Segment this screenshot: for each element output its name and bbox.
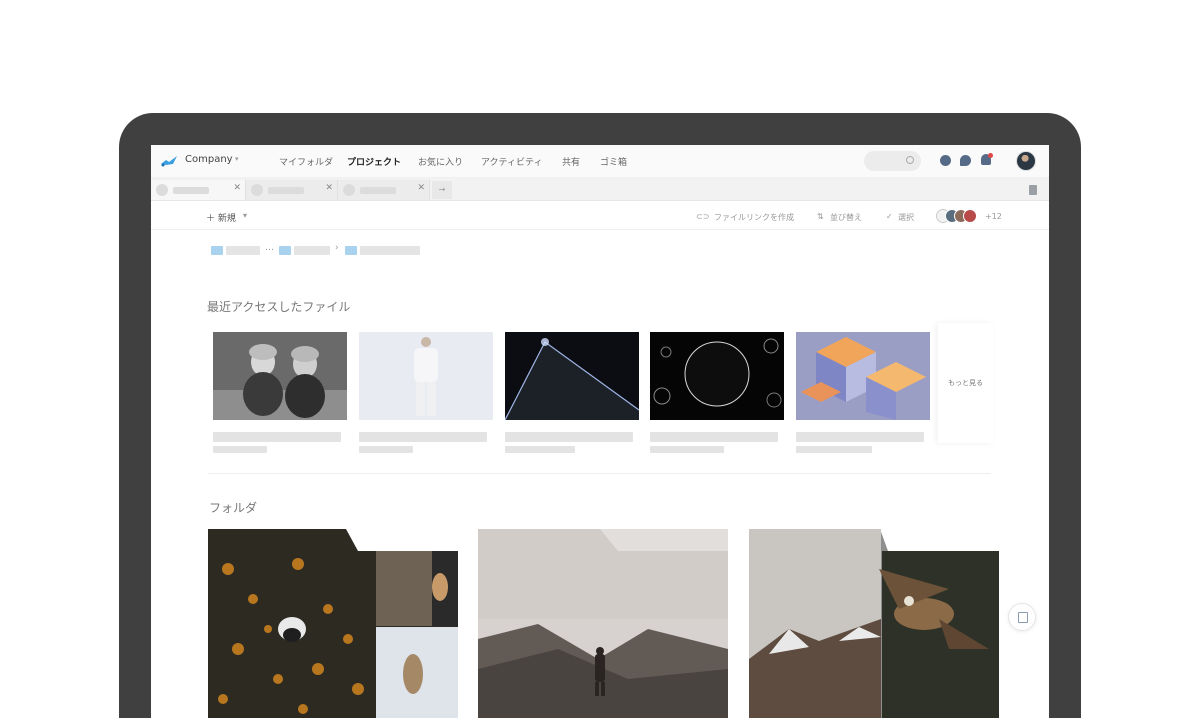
file-name-placeholder xyxy=(359,432,487,442)
file-name-placeholder xyxy=(650,432,778,442)
section-divider xyxy=(208,473,991,474)
tab-favicon xyxy=(343,184,355,196)
ellipsis-icon[interactable]: … xyxy=(265,243,274,253)
recent-file-thumbnail[interactable] xyxy=(505,332,639,420)
link-icon: ⊂⊃ xyxy=(696,212,710,221)
file-name-placeholder xyxy=(213,432,341,442)
close-icon[interactable]: ✕ xyxy=(233,183,241,193)
file-meta-placeholder xyxy=(359,446,413,453)
create-link-button[interactable]: ファイルリンクを作成 xyxy=(714,212,794,223)
check-icon: ✓ xyxy=(886,212,893,221)
member-avatars[interactable] xyxy=(936,209,986,223)
tab-title-placeholder xyxy=(360,187,396,194)
trash-icon[interactable] xyxy=(1029,185,1037,195)
folder-icon xyxy=(211,246,223,255)
close-icon[interactable]: ✕ xyxy=(325,183,333,193)
sort-button[interactable]: 並び替え xyxy=(830,212,862,223)
top-bar: Company ▾ マイフォルダ プロジェクト お気に入り アクティビティ 共有… xyxy=(151,145,1049,178)
chevron-down-icon[interactable]: ▾ xyxy=(243,211,247,220)
file-meta-placeholder xyxy=(796,446,872,453)
chat-icon[interactable] xyxy=(960,155,971,166)
user-avatar[interactable] xyxy=(1016,151,1036,171)
scroll-helper-button[interactable] xyxy=(1008,603,1036,631)
nav-activity[interactable]: アクティビティ xyxy=(481,155,542,168)
file-meta-placeholder xyxy=(650,446,724,453)
recent-file-thumbnail[interactable] xyxy=(796,332,930,420)
avatar xyxy=(963,209,977,223)
folder-icon xyxy=(345,246,357,255)
bird-logo-icon[interactable] xyxy=(160,154,178,168)
tab-favicon xyxy=(156,184,168,196)
toolbar: ＋ 新規 ▾ ⊂⊃ ファイルリンクを作成 ⇅ 並び替え ✓ 選択 +12 xyxy=(151,202,1049,230)
workspace-name[interactable]: Company xyxy=(185,154,233,165)
breadcrumb-item[interactable] xyxy=(294,246,330,255)
stage: Company ▾ マイフォルダ プロジェクト お気に入り アクティビティ 共有… xyxy=(0,0,1200,718)
search-input[interactable] xyxy=(864,151,921,171)
file-meta-placeholder xyxy=(505,446,575,453)
nav-project[interactable]: プロジェクト xyxy=(347,155,401,168)
breadcrumb-item[interactable] xyxy=(226,246,260,255)
recent-file-thumbnail[interactable] xyxy=(359,332,493,420)
tab-title-placeholder xyxy=(268,187,304,194)
tab-title-placeholder xyxy=(173,187,209,194)
tab-bar: ✕ ✕ ✕ → xyxy=(151,178,1049,201)
recent-files-title: 最近アクセスしたファイル xyxy=(207,300,351,314)
recent-file-thumbnail[interactable] xyxy=(650,332,784,420)
chevron-right-icon: › xyxy=(335,243,339,253)
recent-file-thumbnail[interactable] xyxy=(213,332,347,420)
file-name-placeholder xyxy=(796,432,924,442)
tab-1[interactable]: ✕ xyxy=(151,180,246,200)
nav-shared[interactable]: 共有 xyxy=(562,155,580,168)
nav-my-folder[interactable]: マイフォルダ xyxy=(279,155,333,168)
file-meta-placeholder xyxy=(213,446,267,453)
folder-card[interactable] xyxy=(208,529,458,718)
folder-icon xyxy=(279,246,291,255)
folder-card[interactable] xyxy=(478,529,728,718)
clock-icon[interactable] xyxy=(940,155,951,166)
file-name-placeholder xyxy=(505,432,633,442)
breadcrumb-item[interactable] xyxy=(360,246,420,255)
layout-icon xyxy=(1018,612,1028,623)
sort-icon: ⇅ xyxy=(817,212,824,221)
arrow-right-icon[interactable]: → xyxy=(432,181,452,199)
see-more-button[interactable]: もっと見る xyxy=(938,323,993,443)
app-screen: Company ▾ マイフォルダ プロジェクト お気に入り アクティビティ 共有… xyxy=(151,145,1049,718)
tab-favicon xyxy=(251,184,263,196)
search-icon xyxy=(906,156,914,164)
notification-dot xyxy=(988,153,993,158)
new-button[interactable]: ＋ 新規 xyxy=(206,211,236,224)
folder-card[interactable] xyxy=(749,529,999,718)
nav-trash[interactable]: ゴミ箱 xyxy=(600,155,627,168)
nav-favorites[interactable]: お気に入り xyxy=(418,155,463,168)
tab-2[interactable]: ✕ xyxy=(246,180,338,200)
member-count[interactable]: +12 xyxy=(985,212,1002,221)
select-button[interactable]: 選択 xyxy=(898,212,914,223)
tab-3[interactable]: ✕ xyxy=(338,180,430,200)
folders-title: フォルダ xyxy=(209,501,258,515)
close-icon[interactable]: ✕ xyxy=(417,183,425,193)
chevron-down-icon[interactable]: ▾ xyxy=(235,155,239,163)
